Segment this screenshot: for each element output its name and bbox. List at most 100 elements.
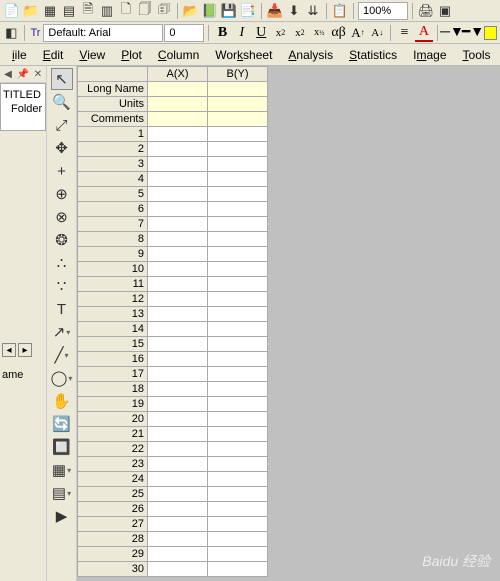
cell[interactable] bbox=[148, 82, 208, 97]
text-tool-button[interactable]: T bbox=[51, 298, 73, 320]
row-header[interactable]: 28 bbox=[78, 532, 148, 547]
cell[interactable] bbox=[148, 442, 208, 457]
menu-statistics[interactable]: Statistics bbox=[341, 46, 405, 64]
row-header[interactable]: 9 bbox=[78, 247, 148, 262]
menu-image[interactable]: Image bbox=[405, 46, 454, 64]
worksheet-table[interactable]: A(X) B(Y) Long NameUnitsComments12345678… bbox=[77, 66, 268, 577]
cell[interactable] bbox=[208, 397, 268, 412]
new-project-icon[interactable]: 📄 bbox=[3, 2, 21, 20]
shape-tool-button[interactable]: ◯▾ bbox=[51, 367, 73, 389]
cell[interactable] bbox=[208, 502, 268, 517]
menu-column[interactable]: Column bbox=[150, 46, 207, 64]
cell[interactable] bbox=[148, 457, 208, 472]
row-header[interactable]: 27 bbox=[78, 517, 148, 532]
row-header[interactable]: Units bbox=[78, 97, 148, 112]
align-left-button[interactable]: ≡ bbox=[395, 24, 413, 42]
row-header[interactable]: 24 bbox=[78, 472, 148, 487]
row-header[interactable]: 23 bbox=[78, 457, 148, 472]
cell[interactable] bbox=[148, 232, 208, 247]
row-header[interactable]: 5 bbox=[78, 187, 148, 202]
row-header[interactable]: 25 bbox=[78, 487, 148, 502]
expand-right-button[interactable]: ▶ bbox=[51, 505, 73, 527]
row-header[interactable]: Comments bbox=[78, 112, 148, 127]
row-header[interactable]: 29 bbox=[78, 547, 148, 562]
row-header[interactable]: 20 bbox=[78, 412, 148, 427]
tree-root[interactable]: TITLED bbox=[3, 88, 43, 102]
fill-color-button[interactable] bbox=[484, 26, 497, 40]
cell[interactable] bbox=[208, 337, 268, 352]
row-header[interactable]: 7 bbox=[78, 217, 148, 232]
insert-graph-button[interactable]: ▦▾ bbox=[51, 459, 73, 481]
cell[interactable] bbox=[148, 397, 208, 412]
row-header[interactable]: 8 bbox=[78, 232, 148, 247]
cell[interactable] bbox=[208, 292, 268, 307]
cell[interactable] bbox=[208, 82, 268, 97]
row-header[interactable]: 2 bbox=[78, 142, 148, 157]
batch-process-icon[interactable]: 📋 bbox=[331, 2, 349, 20]
cell[interactable] bbox=[208, 487, 268, 502]
cell[interactable] bbox=[208, 307, 268, 322]
open-icon[interactable]: 📂 bbox=[182, 2, 200, 20]
cell[interactable] bbox=[148, 337, 208, 352]
cell[interactable] bbox=[148, 487, 208, 502]
panel-prev-button[interactable]: ◂ bbox=[2, 343, 16, 357]
arrow-tool-button[interactable]: ↗▾ bbox=[51, 321, 73, 343]
cell[interactable] bbox=[208, 382, 268, 397]
underline-button[interactable]: U bbox=[252, 24, 270, 42]
row-header[interactable]: 14 bbox=[78, 322, 148, 337]
zoom-out-tool-button[interactable]: ⤢ bbox=[51, 114, 73, 136]
pan-tool-button[interactable]: ✋ bbox=[51, 390, 73, 412]
zoom-in-tool-button[interactable]: 🔍 bbox=[51, 91, 73, 113]
panel-next-button[interactable]: ▸ bbox=[18, 343, 32, 357]
cell[interactable] bbox=[148, 127, 208, 142]
row-header[interactable]: 21 bbox=[78, 427, 148, 442]
cell[interactable] bbox=[208, 142, 268, 157]
row-header[interactable]: 3 bbox=[78, 157, 148, 172]
cell[interactable] bbox=[148, 142, 208, 157]
line-style-button[interactable]: ─▼ bbox=[442, 24, 462, 42]
row-header[interactable]: 22 bbox=[78, 442, 148, 457]
cell[interactable] bbox=[148, 352, 208, 367]
cell[interactable] bbox=[148, 262, 208, 277]
menu-worksheet[interactable]: Worksheet bbox=[207, 46, 280, 64]
pointer-tool-button[interactable]: ↖ bbox=[51, 68, 73, 90]
import-single-icon[interactable]: ⬇ bbox=[285, 2, 303, 20]
cell[interactable] bbox=[208, 202, 268, 217]
row-header[interactable]: 15 bbox=[78, 337, 148, 352]
cell[interactable] bbox=[208, 97, 268, 112]
cell[interactable] bbox=[148, 112, 208, 127]
corner-cell[interactable] bbox=[78, 67, 148, 82]
cell[interactable] bbox=[148, 502, 208, 517]
bold-button[interactable]: B bbox=[213, 24, 231, 42]
cell[interactable] bbox=[148, 562, 208, 577]
cell[interactable] bbox=[148, 202, 208, 217]
cell[interactable] bbox=[208, 157, 268, 172]
row-header[interactable]: 4 bbox=[78, 172, 148, 187]
save-icon[interactable]: 💾 bbox=[220, 2, 238, 20]
mask-tool-button[interactable]: ∴ bbox=[51, 252, 73, 274]
new-graph-icon[interactable]: 🗎 bbox=[79, 2, 97, 20]
rescale-tool-button[interactable]: ✥ bbox=[51, 137, 73, 159]
cell[interactable] bbox=[148, 382, 208, 397]
cell[interactable] bbox=[208, 172, 268, 187]
menu-tools[interactable]: Tools bbox=[455, 46, 499, 64]
line-tool-button[interactable]: ╱▾ bbox=[51, 344, 73, 366]
cell[interactable] bbox=[208, 517, 268, 532]
row-header[interactable]: 17 bbox=[78, 367, 148, 382]
decrease-font-button[interactable]: A↓ bbox=[368, 24, 386, 42]
cell[interactable] bbox=[208, 187, 268, 202]
menu-plot[interactable]: Plot bbox=[113, 46, 150, 64]
cell[interactable] bbox=[208, 532, 268, 547]
cell[interactable] bbox=[208, 562, 268, 577]
col-header-b[interactable]: B(Y) bbox=[208, 67, 268, 82]
cell[interactable] bbox=[148, 472, 208, 487]
italic-button[interactable]: I bbox=[233, 24, 251, 42]
cell[interactable] bbox=[148, 517, 208, 532]
cell[interactable] bbox=[208, 232, 268, 247]
cell[interactable] bbox=[148, 277, 208, 292]
font-size-dropdown[interactable] bbox=[164, 24, 204, 42]
greek-button[interactable]: αβ bbox=[329, 24, 347, 42]
close-panel-icon[interactable]: ✕ bbox=[32, 68, 44, 80]
increase-font-button[interactable]: A↑ bbox=[349, 24, 367, 42]
font-dropdown[interactable] bbox=[43, 24, 163, 42]
